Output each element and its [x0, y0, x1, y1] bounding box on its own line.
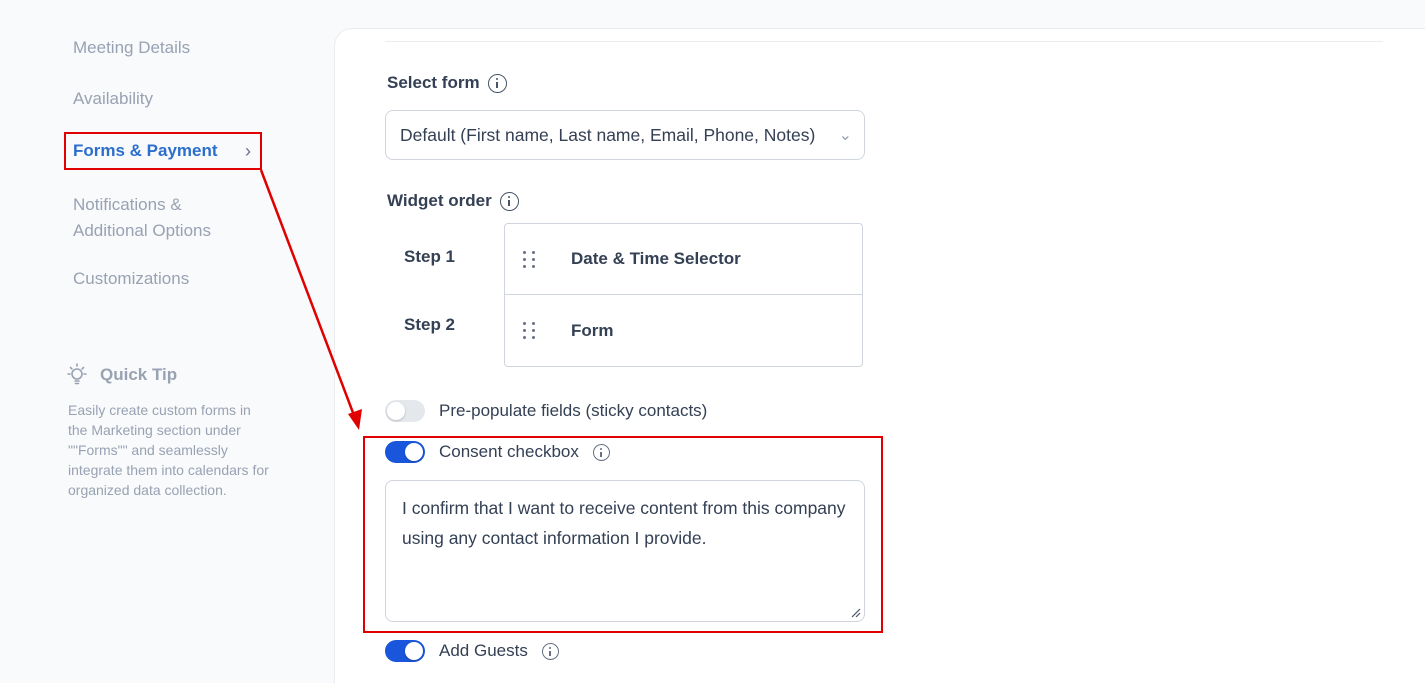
prepopulate-row: Pre-populate fields (sticky contacts): [385, 400, 707, 422]
select-form-value: Default (First name, Last name, Email, P…: [400, 124, 816, 145]
chevron-right-icon: ›: [245, 141, 251, 161]
toggle-knob: [387, 402, 405, 420]
sidebar-item-label: Meeting Details: [73, 38, 191, 57]
add-guests-row: Add Guests: [385, 640, 559, 662]
select-form-label: Select form: [387, 73, 507, 93]
select-form-dropdown[interactable]: Default (First name, Last name, Email, P…: [385, 110, 865, 160]
consent-label: Consent checkbox: [439, 442, 579, 461]
quick-tip: Quick Tip Easily create custom forms in …: [64, 362, 269, 500]
drag-handle-icon[interactable]: [523, 250, 539, 268]
widget-item-label: Form: [571, 320, 614, 340]
consent-row: Consent checkbox: [385, 441, 610, 463]
widget-item-date-time[interactable]: Date & Time Selector: [505, 224, 862, 295]
main-panel: Select form Default (First name, Last na…: [334, 28, 1425, 683]
widget-item-form[interactable]: Form: [505, 295, 862, 366]
step-1-label: Step 1: [404, 247, 456, 266]
select-form-label-text: Select form: [387, 73, 480, 92]
widget-order-label: Widget order: [387, 191, 519, 211]
chevron-down-icon: ⌄: [838, 127, 852, 144]
lightbulb-icon: [67, 363, 87, 385]
page: Meeting Details Availability Forms & Pay…: [0, 0, 1425, 683]
divider: [385, 41, 1383, 42]
sidebar-item-customizations[interactable]: Customizations: [64, 260, 262, 296]
sidebar-item-forms-payment[interactable]: Forms & Payment ›: [64, 132, 262, 170]
sidebar: Meeting Details Availability Forms & Pay…: [0, 0, 330, 683]
prepopulate-label: Pre-populate fields (sticky contacts): [439, 401, 708, 420]
drag-handle-icon[interactable]: [523, 322, 539, 340]
sidebar-item-label: Notifications & Additional Options: [73, 195, 211, 240]
add-guests-toggle[interactable]: [385, 640, 425, 662]
sidebar-item-meeting-details[interactable]: Meeting Details: [64, 29, 262, 65]
info-icon[interactable]: [487, 73, 507, 93]
sidebar-item-label: Customizations: [73, 269, 190, 288]
info-icon[interactable]: [499, 191, 519, 211]
sidebar-item-availability[interactable]: Availability: [64, 80, 262, 116]
toggle-knob: [405, 642, 423, 660]
quick-tip-body: Easily create custom forms in the Market…: [68, 402, 269, 498]
prepopulate-toggle[interactable]: [385, 400, 425, 422]
widget-order-list: Date & Time Selector Form: [504, 223, 863, 367]
sidebar-item-notifications[interactable]: Notifications & Additional Options: [64, 186, 262, 246]
info-icon[interactable]: [592, 443, 610, 461]
add-guests-label: Add Guests: [439, 641, 528, 660]
widget-item-label: Date & Time Selector: [571, 249, 741, 268]
consent-toggle[interactable]: [385, 441, 425, 463]
sidebar-item-label: Availability: [73, 89, 154, 108]
resize-handle-icon[interactable]: [851, 608, 861, 618]
sidebar-item-label: Forms & Payment: [73, 141, 218, 160]
consent-text: I confirm that I want to receive content…: [402, 498, 846, 548]
toggle-knob: [405, 443, 423, 461]
info-icon[interactable]: [541, 642, 559, 660]
quick-tip-title: Quick Tip: [100, 365, 178, 384]
widget-order-label-text: Widget order: [387, 191, 492, 210]
quick-tip-header: Quick Tip: [64, 362, 269, 388]
step-2-label: Step 2: [404, 315, 456, 334]
consent-text-field[interactable]: I confirm that I want to receive content…: [385, 480, 865, 622]
